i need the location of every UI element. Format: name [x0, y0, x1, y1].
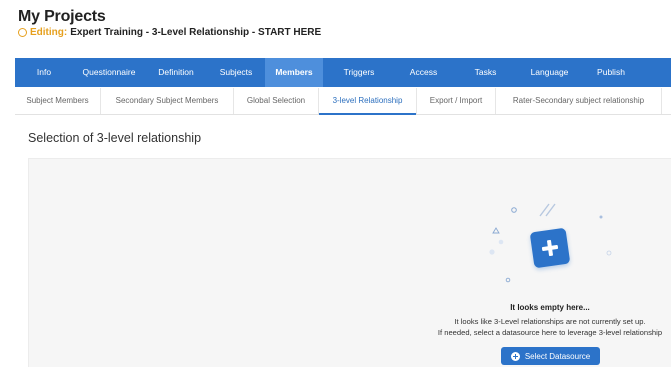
sub-nav: Subject Members Secondary Subject Member…	[15, 88, 671, 115]
select-datasource-label: Select Datasource	[524, 351, 591, 361]
subtab-global-selection[interactable]: Global Selection	[234, 88, 319, 114]
tab-access[interactable]: Access	[395, 58, 452, 87]
subtab-3-level-relationship[interactable]: 3-level Relationship	[319, 88, 417, 115]
subtab-subject-members[interactable]: Subject Members	[15, 88, 101, 114]
subtab-secondary-subject-members[interactable]: Secondary Subject Members	[101, 88, 234, 114]
tab-language[interactable]: Language	[519, 58, 580, 87]
plus-circle-icon	[510, 351, 520, 361]
editing-line: Editing: Expert Training - 3-Level Relat…	[18, 27, 321, 38]
tab-subjects[interactable]: Subjects	[207, 58, 265, 87]
empty-state-heading: It looks empty here...	[510, 303, 590, 312]
tab-tasks[interactable]: Tasks	[452, 58, 519, 87]
editing-clock-icon	[18, 27, 27, 37]
main-nav: Info Questionnaire Definition Subjects M…	[15, 58, 671, 87]
tab-triggers[interactable]: Triggers	[323, 58, 395, 87]
select-datasource-button[interactable]: Select Datasource	[501, 347, 600, 365]
section-title: Selection of 3-level relationship	[28, 131, 202, 145]
tab-info[interactable]: Info	[15, 58, 73, 87]
subtab-export-import[interactable]: Export / Import	[417, 88, 496, 114]
page-title: My Projects	[18, 8, 106, 25]
tab-publish[interactable]: Publish	[580, 58, 642, 87]
editing-prefix: Editing:	[30, 27, 68, 38]
page-header: My Projects Editing: Expert Training - 3…	[18, 8, 321, 38]
empty-state-line-1: It looks like 3-Level relationships are …	[454, 317, 646, 326]
add-relationship-plus-icon	[529, 227, 571, 269]
empty-state-line-2: If needed, select a datasource here to l…	[437, 328, 663, 337]
tab-definition[interactable]: Definition	[145, 58, 207, 87]
tab-questionnaire[interactable]: Questionnaire	[73, 58, 145, 87]
subtab-rater-secondary-subject-relationship[interactable]: Rater-Secondary subject relationship	[496, 88, 662, 114]
empty-state-message: It looks like 3-Level relationships are …	[400, 316, 671, 338]
editing-project-name: Expert Training - 3-Level Relationship -…	[70, 27, 322, 38]
tab-members[interactable]: Members	[265, 58, 323, 87]
